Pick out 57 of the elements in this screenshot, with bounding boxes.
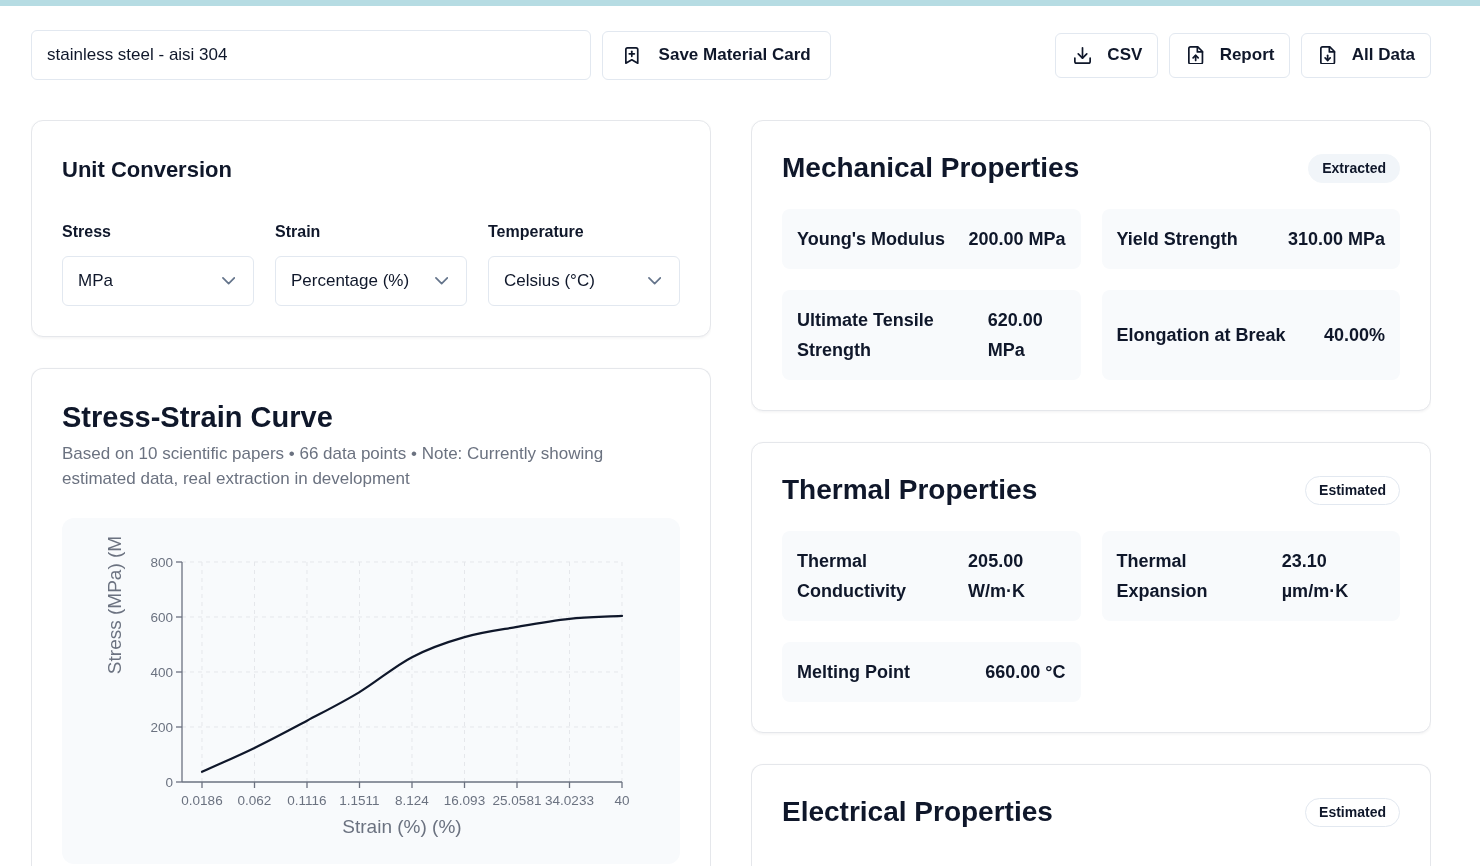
chevron-down-icon [221,277,235,285]
property-value: 205.00 W/m·K [968,550,1027,603]
status-badge: Extracted [1308,153,1400,183]
x-tick-label: 0.1116 [287,793,327,808]
card-title: Mechanical Properties [782,151,1080,185]
chevron-down-icon [647,277,661,285]
export-button[interactable]: All Data [1301,32,1431,78]
bookmark-plus-icon [625,46,639,64]
property-label: Yield Strength [1116,228,1238,251]
property-label: Melting Point [797,661,910,684]
field-label: Strain [275,222,322,242]
field-label: Stress [62,222,112,242]
card-title: Unit Conversion [62,156,233,184]
y-axis-title: Stress (MPa) (M [104,535,125,675]
x-tick-label: 25.0581 [492,793,542,808]
property-label: Thermal Conductivity [797,550,907,603]
x-tick-label: 8.124 [395,793,429,808]
property-label: Thermal Expansion [1116,550,1209,603]
save-material-card-button[interactable]: Save Material Card [602,30,831,80]
property-value: 40.00% [1323,324,1385,347]
property-value: 620.00 MPa [987,309,1044,362]
unit-select[interactable]: MPa [62,256,254,306]
property-value: 310.00 MPa [1287,228,1385,251]
x-tick-label: 0.0186 [181,793,223,808]
x-tick-label: 34.0233 [545,793,594,808]
chevron-down-icon [434,277,448,285]
file-arrow-up-icon [1188,45,1204,65]
property-value: 23.10 µm/m·K [1281,550,1350,603]
x-tick-label: 16.093 [443,793,486,808]
y-tick-label: 0 [165,775,173,790]
property-label: Young's Modulus [797,228,945,251]
x-tick-label: 40 [614,793,630,808]
y-tick-label: 800 [150,555,173,570]
y-tick-label: 600 [150,610,173,625]
property-value: 200.00 MPa [968,228,1066,251]
export-button[interactable]: Report [1169,32,1291,78]
property-label: Elongation at Break [1116,324,1286,347]
x-axis-title: Strain (%) (%) [342,816,462,837]
y-tick-label: 400 [150,665,173,680]
export-button[interactable]: CSV [1055,32,1159,78]
field-label: Temperature [488,222,585,242]
search-field[interactable]: stainless steel - aisi 304 [31,30,591,80]
status-badge: Estimated [1305,475,1400,505]
card-subtitle: Based on 10 scientific papers • 66 data points • Note: Currently showing estimated data, real extraction in development [62,443,605,490]
unit-select[interactable]: Celsius (°C) [488,256,680,306]
x-tick-label: 1.1511 [339,793,380,808]
property-label: Ultimate Tensile Strength [797,309,935,362]
y-tick-label: 200 [150,720,173,735]
unit-select[interactable]: Percentage (%) [275,256,467,306]
file-arrow-down-icon [1320,45,1336,65]
card-title: Thermal Properties [782,473,1038,507]
card-title: Stress-Strain Curve [62,400,334,435]
property-value: 660.00 °C [985,661,1066,684]
download-icon [1074,46,1092,64]
status-badge: Estimated [1305,797,1400,827]
x-tick-label: 0.062 [237,793,272,808]
card-title: Electrical Properties [782,795,1053,829]
